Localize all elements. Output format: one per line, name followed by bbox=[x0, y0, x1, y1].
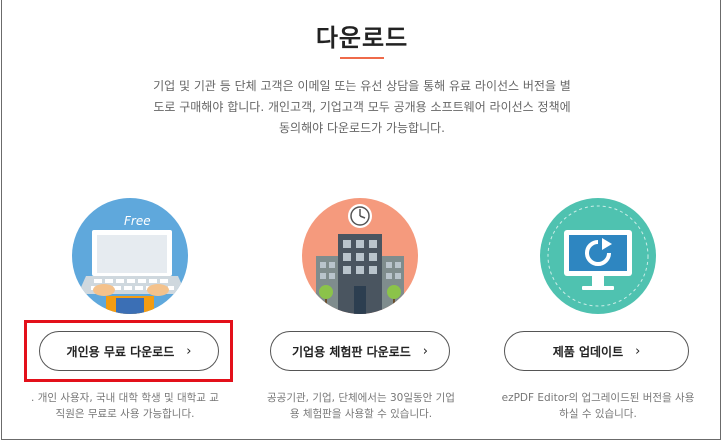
description-line: 기업 및 기관 등 단체 고객은 이메일 또는 유선 상담을 통해 유료 라이선… bbox=[153, 79, 571, 93]
personal-note: . 개인 사용자, 국내 대학 학생 및 대학교 교 직원은 무료로 사용 가능… bbox=[10, 390, 240, 422]
button-label: 제품 업데이트 bbox=[552, 344, 624, 359]
note-line: ezPDF Editor의 업그레이드된 버전을 사용 bbox=[501, 392, 695, 404]
note-line: 공공기관, 기업, 단체에서는 30일동안 기업 bbox=[267, 392, 455, 404]
description-line: 도로 구매해야 합니다. 개인고객, 기업고객 모두 공개용 소프트웨어 라이선… bbox=[153, 100, 571, 114]
description: 기업 및 기관 등 단체 고객은 이메일 또는 유선 상담을 통해 유료 라이선… bbox=[118, 76, 606, 139]
product-update-button[interactable]: 제품 업데이트 › bbox=[504, 331, 689, 371]
note-line: 용 체험판을 사용할 수 있습니다. bbox=[289, 408, 433, 420]
building-clock-icon bbox=[302, 198, 418, 314]
chevron-right-icon: › bbox=[186, 343, 192, 359]
note-line: 하실 수 있습니다. bbox=[559, 408, 637, 420]
update-note: ezPDF Editor의 업그레이드된 버전을 사용 하실 수 있습니다. bbox=[484, 390, 712, 422]
free-badge: Free bbox=[124, 214, 151, 228]
page-title: 다운로드 bbox=[315, 24, 409, 52]
chevron-right-icon: › bbox=[635, 343, 641, 359]
note-line: . 개인 사용자, 국내 대학 학생 및 대학교 교 bbox=[31, 392, 219, 404]
monitor-update-icon bbox=[540, 198, 656, 314]
description-line: 동의해야 다운로드가 가능합니다. bbox=[278, 121, 445, 135]
button-label: 기업용 체험판 다운로드 bbox=[292, 344, 411, 359]
personal-free-download-button[interactable]: 개인용 무료 다운로드 › bbox=[39, 331, 219, 371]
chevron-right-icon: › bbox=[422, 343, 428, 359]
note-line: 직원은 무료로 사용 가능합니다. bbox=[55, 408, 195, 420]
button-label: 개인용 무료 다운로드 bbox=[66, 344, 175, 359]
title-underline bbox=[340, 57, 384, 59]
enterprise-note: 공공기관, 기업, 단체에서는 30일동안 기업 용 체험판을 사용할 수 있습… bbox=[246, 390, 476, 422]
enterprise-trial-download-button[interactable]: 기업용 체험판 다운로드 › bbox=[270, 331, 450, 371]
laptop-free-icon: Free bbox=[72, 198, 188, 314]
